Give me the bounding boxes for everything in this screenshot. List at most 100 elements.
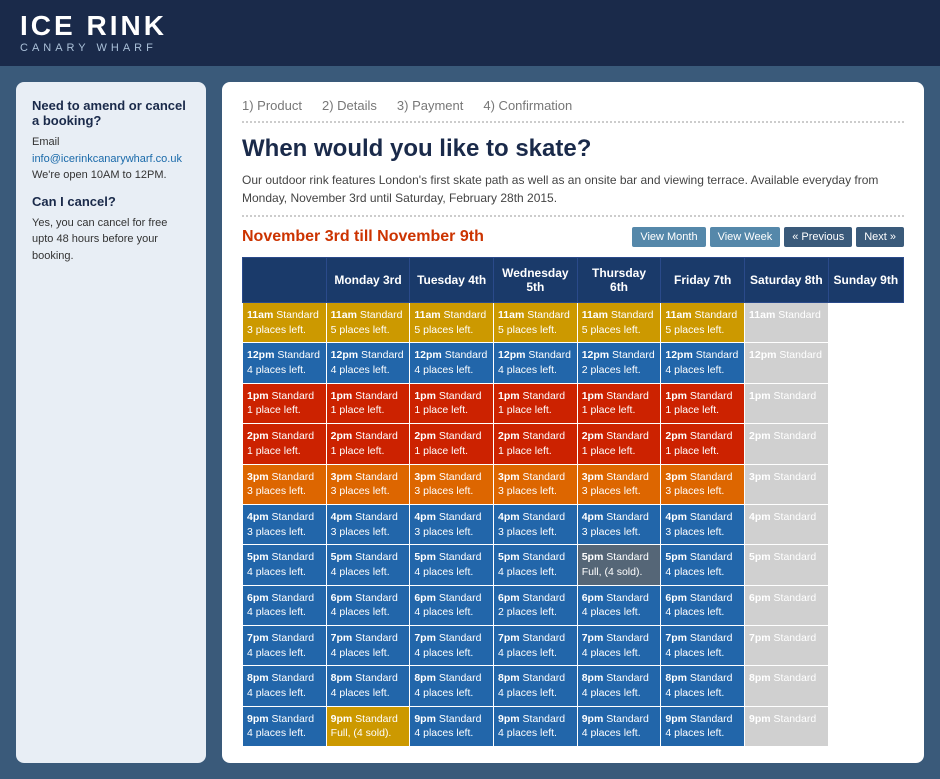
slot-time: 6pm [749, 592, 771, 604]
slot[interactable]: 3pm Standard3 places left. [577, 464, 661, 504]
slot[interactable]: 3pm Standard3 places left. [326, 464, 410, 504]
slot[interactable]: 11am Standard5 places left. [577, 303, 661, 343]
slot-type: Standard [520, 390, 566, 402]
slot-type: Standard [603, 430, 649, 442]
slot-type: Standard [603, 511, 649, 523]
slot-type: Standard [269, 592, 315, 604]
slot[interactable]: 1pm Standard1 place left. [494, 383, 578, 423]
slot-type: Standard [269, 551, 315, 563]
slot[interactable]: 9pm Standard4 places left. [243, 706, 327, 746]
next-button[interactable]: Next » [856, 227, 904, 247]
slot[interactable]: 5pm StandardFull, (4 sold). [577, 545, 661, 585]
slot[interactable]: 12pm Standard4 places left. [661, 343, 745, 383]
slot[interactable]: 4pm Standard3 places left. [410, 504, 494, 544]
slot[interactable]: 2pm Standard1 place left. [661, 424, 745, 464]
slot-availability: 4 places left. [331, 364, 390, 376]
slot[interactable]: 11am Standard5 places left. [661, 303, 745, 343]
slot[interactable]: 11am Standard5 places left. [410, 303, 494, 343]
table-row: 2pm Standard1 place left.2pm Standard1 p… [243, 424, 904, 464]
slot[interactable]: 8pm Standard4 places left. [661, 666, 745, 706]
slot[interactable]: 8pm Standard4 places left. [326, 666, 410, 706]
slot[interactable]: 7pm Standard4 places left. [243, 626, 327, 666]
slot-type: Standard [273, 309, 319, 321]
slot-time: 9pm [749, 713, 771, 725]
slot[interactable]: 11am Standard3 places left. [243, 303, 327, 343]
slot[interactable]: 6pm Standard4 places left. [661, 585, 745, 625]
view-month-button[interactable]: View Month [632, 227, 705, 247]
slot[interactable]: 5pm Standard4 places left. [326, 545, 410, 585]
slot[interactable]: 8pm Standard4 places left. [410, 666, 494, 706]
slot[interactable]: 3pm Standard3 places left. [494, 464, 578, 504]
slot[interactable]: 8pm Standard4 places left. [494, 666, 578, 706]
slot[interactable]: 2pm Standard1 place left. [577, 424, 661, 464]
slot[interactable]: 2pm Standard1 place left. [243, 424, 327, 464]
slot[interactable]: 8pm Standard4 places left. [243, 666, 327, 706]
slot-availability: 4 places left. [414, 647, 473, 659]
slot[interactable]: 3pm Standard3 places left. [243, 464, 327, 504]
slot-availability: 4 places left. [498, 687, 557, 699]
slot[interactable]: 4pm Standard3 places left. [243, 504, 327, 544]
slot[interactable]: 12pm Standard2 places left. [577, 343, 661, 383]
slot[interactable]: 12pm Standard4 places left. [494, 343, 578, 383]
slot[interactable]: 5pm Standard4 places left. [410, 545, 494, 585]
slot[interactable]: 1pm Standard1 place left. [577, 383, 661, 423]
slot[interactable]: 4pm Standard3 places left. [494, 504, 578, 544]
slot[interactable]: 9pm Standard4 places left. [410, 706, 494, 746]
slot[interactable]: 4pm Standard3 places left. [326, 504, 410, 544]
slot[interactable]: 4pm Standard3 places left. [577, 504, 661, 544]
slot-time: 1pm [749, 390, 771, 402]
slot-type: Standard [352, 713, 398, 725]
slot[interactable]: 9pm Standard Full, (4 sold). [326, 706, 410, 746]
slot-availability: 1 place left. [582, 445, 636, 457]
slot[interactable]: 12pm Standard4 places left. [326, 343, 410, 383]
slot[interactable]: 4pm Standard3 places left. [661, 504, 745, 544]
slot[interactable]: 7pm Standard4 places left. [326, 626, 410, 666]
slot[interactable]: 9pm Standard4 places left. [577, 706, 661, 746]
slot[interactable]: 2pm Standard1 place left. [326, 424, 410, 464]
slot[interactable]: 6pm Standard2 places left. [494, 585, 578, 625]
slot-availability: 3 places left. [247, 485, 306, 497]
slot-availability: 4 places left. [582, 647, 641, 659]
slot[interactable]: 9pm Standard4 places left. [661, 706, 745, 746]
slot[interactable]: 6pm Standard4 places left. [326, 585, 410, 625]
slot-time: 9pm [498, 713, 520, 725]
slot[interactable]: 2pm Standard1 place left. [410, 424, 494, 464]
slot[interactable]: 3pm Standard3 places left. [661, 464, 745, 504]
slot[interactable]: 2pm Standard1 place left. [494, 424, 578, 464]
slot[interactable]: 7pm Standard4 places left. [410, 626, 494, 666]
slot-type: Standard [269, 471, 315, 483]
slot[interactable]: 7pm Standard4 places left. [661, 626, 745, 666]
slot[interactable]: 9pm Standard4 places left. [494, 706, 578, 746]
slot[interactable]: 5pm Standard4 places left. [243, 545, 327, 585]
slot[interactable]: 6pm Standard4 places left. [577, 585, 661, 625]
slot-availability: 1 place left. [247, 404, 301, 416]
slot[interactable]: 3pm Standard3 places left. [410, 464, 494, 504]
table-row: 3pm Standard3 places left.3pm Standard3 … [243, 464, 904, 504]
slot-availability: Full, (4 sold). [331, 727, 392, 739]
prev-button[interactable]: « Previous [784, 227, 852, 247]
slot-time: 5pm [749, 551, 771, 563]
logo: ICE RINK CANARY WHARF [20, 12, 167, 54]
slot[interactable]: 1pm Standard1 place left. [661, 383, 745, 423]
slot[interactable]: 1pm Standard1 place left. [326, 383, 410, 423]
slot[interactable]: 6pm Standard4 places left. [243, 585, 327, 625]
slot[interactable]: 5pm Standard4 places left. [661, 545, 745, 585]
slot[interactable]: 12pm Standard4 places left. [410, 343, 494, 383]
slot[interactable]: 7pm Standard4 places left. [494, 626, 578, 666]
slot-time: 9pm [331, 713, 353, 725]
slot[interactable]: 7pm Standard4 places left. [577, 626, 661, 666]
email-link[interactable]: info@icerinkcanarywharf.co.uk [32, 153, 182, 165]
slot[interactable]: 8pm Standard4 places left. [577, 666, 661, 706]
slot[interactable]: 1pm Standard1 place left. [410, 383, 494, 423]
slot[interactable]: 6pm Standard4 places left. [410, 585, 494, 625]
slot[interactable]: 12pm Standard4 places left. [243, 343, 327, 383]
slot[interactable]: 11am Standard5 places left. [494, 303, 578, 343]
slot[interactable]: 11am Standard5 places left. [326, 303, 410, 343]
slot-time: 9pm [414, 713, 436, 725]
slot-availability: 4 places left. [665, 727, 724, 739]
view-week-button[interactable]: View Week [710, 227, 781, 247]
slot-time: 5pm [665, 551, 687, 563]
slot-availability: Full, (4 sold). [582, 566, 643, 578]
slot[interactable]: 1pm Standard1 place left. [243, 383, 327, 423]
slot[interactable]: 5pm Standard4 places left. [494, 545, 578, 585]
